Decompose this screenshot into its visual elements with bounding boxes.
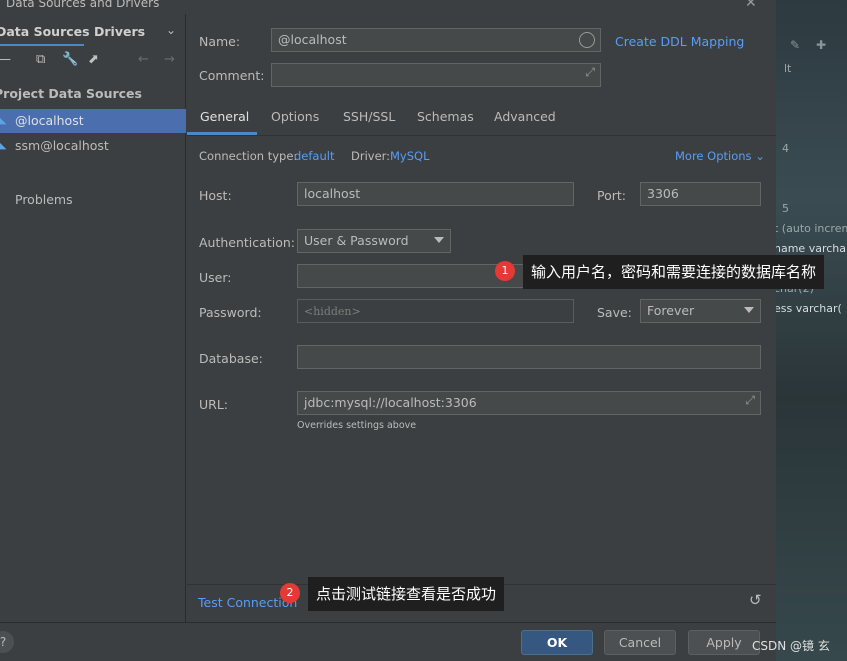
apply-button[interactable]: Apply [688,630,760,655]
annotation-callout: 点击测试链接查看是否成功 [308,577,505,611]
main-panel: Name: @localhost Create DDL Mapping Comm… [187,14,776,622]
password-input[interactable]: <hidden> [297,299,574,323]
port-input[interactable]: 3306 [640,182,761,206]
port-label: Port: [597,188,626,203]
bg-text: name varchar [776,242,847,255]
pin-icon: ✚ [816,38,827,52]
database-label: Database: [199,351,263,366]
tab-ssh-ssl[interactable]: SSH/SSL [343,109,395,124]
back-arrow-icon[interactable]: ← [138,52,149,67]
more-options-link[interactable]: More Options ⌄ [675,149,765,163]
host-label: Host: [199,188,232,203]
authentication-select[interactable]: User & Password [297,229,451,253]
chevron-down-icon: ⌄ [755,149,765,163]
password-label: Password: [199,305,262,320]
dropdown-arrow-icon [744,307,754,313]
bg-text: 5 [782,202,789,215]
remove-icon[interactable]: — [0,52,11,67]
annotation-badge: 2 [280,583,300,603]
dropdown-arrow-icon [434,237,444,243]
name-value: @localhost [278,32,347,47]
tab-options[interactable]: Options [271,109,319,124]
bg-text: t (auto increm [776,222,847,235]
tab-schemas[interactable]: Schemas [417,109,474,124]
save-value: Forever [647,303,695,318]
section-header: Project Data Sources [0,86,142,101]
forward-arrow-icon[interactable]: → [164,52,175,67]
tab-drivers[interactable]: Drivers [94,24,145,39]
authentication-value: User & Password [304,233,409,248]
datasource-icon: ◣ [0,138,7,151]
sidebar: Data Sources Drivers ⌄ — ⧉ 🔧 ⬈ ← → Proje… [0,14,186,622]
authentication-label: Authentication: [199,235,295,250]
settings-tabs: General Options SSH/SSL Schemas Advanced [187,104,776,136]
bg-text: 4 [782,142,789,155]
sidebar-item-ssm-localhost[interactable]: ◣ ssm@localhost [0,134,186,158]
create-ddl-mapping-link[interactable]: Create DDL Mapping [615,34,744,49]
sidebar-tabs: Data Sources Drivers ⌄ [0,20,186,46]
host-value: localhost [304,186,361,201]
color-circle-icon[interactable] [579,32,595,48]
wrench-icon[interactable]: 🔧 [62,52,78,67]
background-ide: ✎ ✚ lt 4 5 t (auto increm name varchar c… [776,0,847,661]
driver-label: Driver: [351,149,391,163]
url-label: URL: [199,397,229,412]
duplicate-icon[interactable]: ⧉ [36,52,45,67]
connection-type-link[interactable]: default [294,149,334,163]
open-external-icon[interactable]: ⬈ [88,52,99,67]
title-bar: Data Sources and Drivers ✕ [0,0,776,14]
password-placeholder: <hidden> [304,305,361,318]
host-input[interactable]: localhost [297,182,574,206]
sidebar-item-problems[interactable]: Problems [15,192,73,207]
sidebar-item-localhost[interactable]: ◣ @localhost [0,109,186,133]
database-input[interactable] [297,345,761,369]
close-icon[interactable]: ✕ [745,0,757,11]
bg-text: ess varchar( [776,302,842,315]
sidebar-toolbar: — ⧉ 🔧 ⬈ ← → [0,52,186,72]
url-value: jdbc:mysql://localhost:3306 [304,395,477,410]
name-input[interactable]: @localhost [271,28,601,52]
annotation-badge: 1 [495,261,515,281]
expand-icon[interactable]: ⤢ [745,393,755,408]
port-value: 3306 [647,186,679,201]
window-title: Data Sources and Drivers [6,0,160,10]
save-select[interactable]: Forever [640,299,761,323]
edit-icon: ✎ [790,38,801,52]
annotation-callout: 输入用户名，密码和需要连接的数据库名称 [523,255,825,289]
tab-advanced[interactable]: Advanced [494,109,556,124]
tab-general[interactable]: General [200,109,249,124]
revert-icon[interactable]: ↺ [749,591,762,609]
save-label: Save: [597,305,632,320]
sidebar-item-label: @localhost [15,113,84,128]
active-tab-indicator [0,44,84,46]
expand-icon[interactable]: ⤢ [585,65,595,80]
driver-link[interactable]: MySQL [390,149,430,163]
comment-label: Comment: [199,68,265,83]
sidebar-item-label: ssm@localhost [15,138,109,153]
bg-text: lt [784,62,792,75]
url-input[interactable]: jdbc:mysql://localhost:3306 ⤢ [297,391,761,415]
help-button[interactable]: ? [0,631,14,653]
comment-input[interactable]: ⤢ [271,63,601,87]
user-label: User: [199,270,232,285]
url-hint: Overrides settings above [297,420,417,431]
datasource-icon: ◣ [0,113,7,126]
more-options-label: More Options [675,149,752,163]
watermark: CSDN @镜 玄 [752,639,830,653]
dialog-buttons-bar: ? OK Cancel Apply [0,622,776,661]
general-tab-content: Connection type: default Driver: MySQL M… [187,137,776,583]
chevron-down-icon[interactable]: ⌄ [166,23,176,37]
cancel-button[interactable]: Cancel [604,630,676,655]
name-label: Name: [199,34,241,49]
ok-button[interactable]: OK [521,630,593,655]
tab-data-sources[interactable]: Data Sources [0,24,90,39]
connection-type-label: Connection type: [199,149,298,163]
active-tab-indicator [187,132,257,135]
